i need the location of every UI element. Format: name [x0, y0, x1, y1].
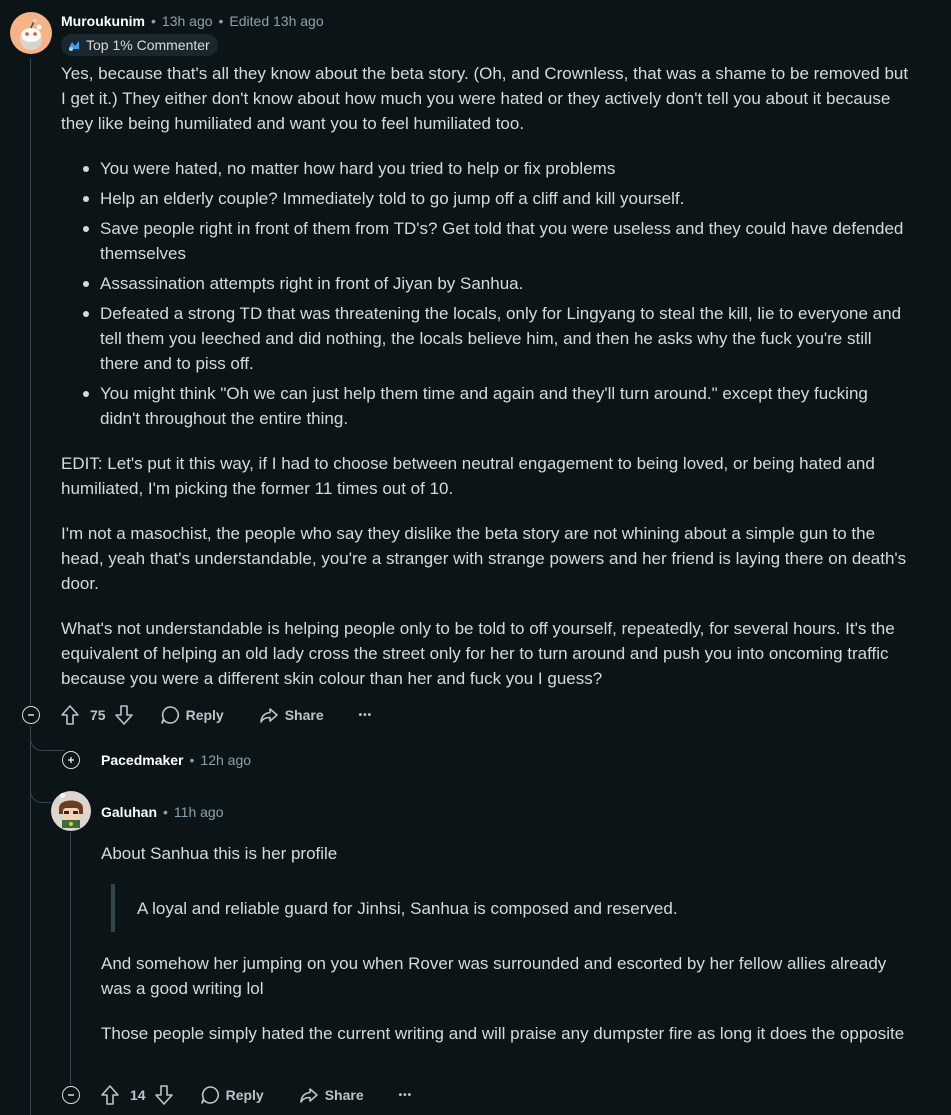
downvote-icon[interactable]	[154, 1084, 174, 1106]
reply-button[interactable]: Reply	[160, 705, 224, 725]
list-item: You were hated, no matter how hard you t…	[61, 156, 911, 181]
separator: •	[189, 752, 195, 768]
paragraph: I'm not a masochist, the people who say …	[61, 524, 907, 593]
collapse-button[interactable]	[62, 1086, 80, 1104]
action-bar: 75 Reply Share •••	[60, 704, 372, 726]
share-label: Share	[324, 1087, 364, 1103]
reply-button[interactable]: Reply	[200, 1085, 264, 1105]
paragraph: About Sanhua this is her profile	[101, 844, 338, 863]
avatar[interactable]	[10, 12, 52, 54]
badge-label: Top 1% Commenter	[86, 37, 210, 53]
separator: •	[163, 804, 168, 820]
paragraph: And somehow her jumping on you when Rove…	[101, 954, 887, 998]
more-options-button[interactable]: •••	[399, 1090, 413, 1101]
plus-icon	[68, 757, 74, 763]
bullet-list: You were hated, no matter how hard you t…	[61, 156, 911, 431]
avatar[interactable]	[50, 790, 92, 832]
timestamp[interactable]: 13h ago	[162, 13, 213, 29]
commenter-badge[interactable]: Top 1% Commenter	[61, 34, 218, 57]
edited-label: Edited 13h ago	[229, 13, 324, 29]
paragraph: EDIT: Let's put it this way, if I had to…	[61, 454, 875, 498]
author-name[interactable]: Muroukunim	[61, 13, 145, 29]
share-arrow-icon	[259, 705, 279, 725]
downvote-icon[interactable]	[114, 704, 134, 726]
paragraph-block: I'm not a masochist, the people who say …	[61, 521, 911, 596]
paragraph: What's not understandable is helping peo…	[61, 619, 895, 688]
minus-icon	[68, 1094, 74, 1096]
author-name[interactable]: Galuhan	[101, 804, 157, 820]
paragraph-block: Those people simply hated the current wr…	[101, 1021, 911, 1046]
vote-count: 75	[90, 707, 106, 723]
minus-icon	[28, 714, 34, 716]
upvote-icon[interactable]	[100, 1084, 120, 1106]
quote-text: A loyal and reliable guard for Jinhsi, S…	[137, 899, 678, 918]
timestamp[interactable]: 12h ago	[200, 752, 251, 768]
share-label: Share	[284, 707, 324, 723]
custom-avatar-icon	[51, 791, 91, 831]
comment-header: Galuhan • 11h ago	[101, 804, 224, 820]
share-button[interactable]: Share	[299, 1085, 364, 1105]
comment-body: About Sanhua this is her profile	[101, 841, 911, 866]
action-bar: 14 Reply Share •••	[100, 1084, 412, 1106]
paragraph: Yes, because that's all they know about …	[61, 64, 909, 133]
share-button[interactable]: Share	[259, 705, 324, 725]
collapsed-comment-header[interactable]: Pacedmaker • 12h ago	[101, 752, 251, 768]
separator: •	[218, 13, 224, 29]
comment-header: Muroukunim • 13h ago • Edited 13h ago	[61, 13, 324, 29]
list-item: Help an elderly couple? Immediately told…	[61, 186, 911, 211]
timestamp[interactable]: 11h ago	[174, 804, 224, 820]
list-item: You might think "Oh we can just help the…	[61, 381, 911, 431]
list-item: Assassination attempts right in front of…	[61, 271, 911, 296]
snoo-avatar-icon	[10, 12, 52, 54]
list-item: Defeated a strong TD that was threatenin…	[61, 301, 911, 376]
collapse-button[interactable]	[22, 706, 40, 724]
blockquote: A loyal and reliable guard for Jinhsi, S…	[137, 896, 907, 921]
thread-line-galuhan	[70, 832, 71, 1085]
online-indicator-icon	[60, 793, 65, 798]
blockquote-bar	[111, 884, 115, 932]
comment-bubble-icon	[200, 1085, 220, 1105]
author-name[interactable]: Pacedmaker	[101, 752, 184, 768]
thread-branch-2	[30, 780, 51, 803]
comment-body: Yes, because that's all they know about …	[61, 61, 911, 136]
upvote-icon[interactable]	[60, 704, 80, 726]
thread-line-main	[30, 58, 31, 705]
commenter-badge-icon	[67, 38, 81, 52]
expand-button[interactable]	[62, 751, 80, 769]
share-arrow-icon	[299, 1085, 319, 1105]
paragraph: Those people simply hated the current wr…	[101, 1024, 905, 1043]
vote-count: 14	[130, 1087, 146, 1103]
reply-label: Reply	[185, 707, 224, 723]
thread-branch-1	[30, 730, 65, 751]
paragraph-block: And somehow her jumping on you when Rove…	[101, 951, 911, 1001]
separator: •	[151, 13, 156, 29]
reply-label: Reply	[225, 1087, 264, 1103]
paragraph-block: What's not understandable is helping peo…	[61, 616, 911, 691]
more-options-button[interactable]: •••	[359, 710, 373, 721]
edit-paragraph: EDIT: Let's put it this way, if I had to…	[61, 451, 911, 501]
list-item: Save people right in front of them from …	[61, 216, 911, 266]
comment-bubble-icon	[160, 705, 180, 725]
